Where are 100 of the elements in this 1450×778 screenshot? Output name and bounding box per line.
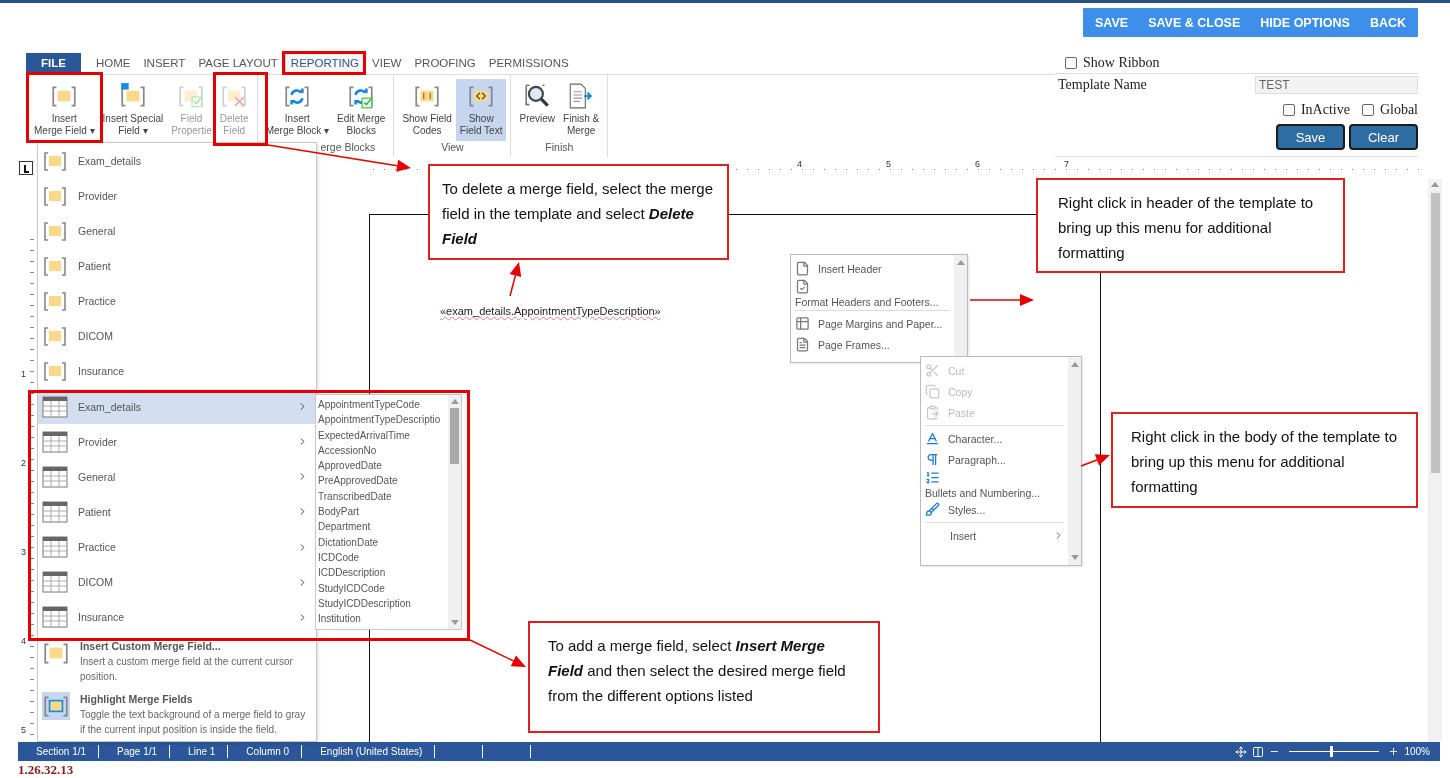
menu-item[interactable]: Provider — [38, 178, 316, 214]
scroll-down-icon[interactable] — [1070, 555, 1079, 560]
ribbon-tab[interactable]: HOME — [89, 53, 137, 73]
scrollbar[interactable] — [448, 395, 461, 629]
menu-item[interactable]: Insert — [925, 525, 1064, 546]
scroll-up-icon[interactable] — [1070, 362, 1079, 367]
paragraph-icon — [925, 452, 940, 467]
list-item[interactable]: StudyICDCode — [316, 580, 448, 596]
menu-item[interactable]: Insurance — [38, 599, 316, 635]
ribbon-button[interactable]: Insert Special Field ▾ — [98, 79, 168, 141]
ribbon-button[interactable]: Show Field Text — [455, 79, 507, 141]
special-field-icon — [118, 82, 147, 110]
callout-note: To add a merge field, select Insert Merge Field and then select the desired merge field from the different options listed — [528, 621, 880, 733]
scroll-up-icon[interactable] — [450, 399, 459, 404]
menu-item[interactable]: Exam_details — [38, 143, 316, 179]
scrollbar[interactable] — [1068, 357, 1081, 565]
preview-icon — [523, 82, 552, 110]
ribbon-button[interactable]: Insert Merge Block ▾ — [261, 79, 333, 141]
menu-item[interactable]: Provider — [38, 424, 316, 460]
menu-item[interactable]: Practice — [38, 529, 316, 565]
list-item[interactable]: AccessionNo — [316, 442, 448, 459]
list-item[interactable]: ICDCode — [316, 549, 448, 566]
paste-icon — [925, 405, 940, 420]
menu-item[interactable]: Paragraph... — [925, 449, 1064, 470]
ribbon-tab[interactable]: PROOFING — [408, 53, 482, 73]
group-label: erge Blocks — [319, 141, 377, 155]
status-item: Page 1/1 — [99, 745, 171, 758]
checkbox-option[interactable]: InActive — [1282, 102, 1350, 118]
status-item: Section 1/1 — [18, 745, 100, 758]
character-icon — [925, 431, 940, 446]
form-button[interactable]: Save — [1276, 124, 1345, 150]
show-ribbon-checkbox[interactable]: Show Ribbon — [1065, 54, 1160, 71]
menu-item[interactable]: Patient — [38, 248, 316, 284]
menu-item[interactable]: Highlight Merge Fields Toggle the text background of a merge field to gray if the current input position is inside the field. — [38, 687, 316, 741]
page-check-icon — [795, 279, 810, 294]
scrollbar[interactable] — [1428, 179, 1442, 742]
group-label: Finish — [544, 141, 575, 155]
ribbon-tab[interactable]: PAGE LAYOUT — [192, 53, 284, 73]
ruler-number: 5 — [21, 725, 26, 735]
list-item[interactable]: ExpectedArrivalTime — [316, 427, 448, 443]
ribbon-tab[interactable]: INSERT — [137, 53, 192, 73]
page-view-icon[interactable] — [1252, 745, 1265, 758]
ribbon-button[interactable]: Preview — [515, 79, 560, 141]
menu-item[interactable]: Character... — [925, 428, 1064, 449]
ribbon-tab[interactable]: PERMISSIONS — [482, 53, 575, 73]
list-item[interactable]: PreApprovedDate — [316, 473, 448, 489]
merge-field-text[interactable]: «exam_details.AppointmentTypeDescription» — [440, 305, 661, 317]
list-item[interactable]: StudyICDDescription — [316, 595, 448, 612]
menu-item[interactable]: Styles... — [925, 499, 1064, 520]
ribbon-button[interactable]: Insert Merge Field ▾ — [30, 79, 99, 141]
menu-item[interactable]: Page Margins and Paper... — [795, 313, 950, 334]
menu-item[interactable]: Practice — [38, 283, 316, 319]
checkbox-option[interactable]: Global — [1361, 102, 1418, 118]
ribbon-button[interactable]: Show Field Codes — [398, 79, 456, 141]
list-item[interactable]: Institution — [316, 611, 448, 627]
ribbon-button[interactable]: Finish & Merge — [559, 79, 604, 141]
ruler-number: 3 — [21, 547, 26, 557]
checkbox[interactable] — [1282, 104, 1295, 116]
list-item[interactable]: BodyPart — [316, 504, 448, 520]
menu-item[interactable]: DICOM — [38, 318, 316, 354]
group-label: View — [440, 141, 465, 155]
zoom-reading: 100% — [1404, 746, 1430, 757]
move-icon[interactable] — [1235, 745, 1248, 758]
menu-item[interactable]: Bullets and Numbering... — [925, 470, 1064, 499]
menu-item[interactable]: Insurance — [38, 353, 316, 389]
menu-item[interactable]: Page Frames... — [795, 334, 950, 355]
list-item[interactable]: ApprovedDate — [316, 458, 448, 474]
menu-item[interactable]: General — [38, 213, 316, 249]
annotation-arrow — [969, 294, 1034, 306]
scroll-up-icon[interactable] — [1431, 182, 1439, 187]
list-item[interactable]: DictationDate — [316, 534, 448, 550]
menu-item[interactable]: Insert Header — [795, 258, 950, 279]
input-field[interactable]: TEST — [1255, 76, 1418, 94]
page-grid-icon — [795, 316, 810, 331]
menu-item[interactable]: DICOM — [38, 564, 316, 600]
form-button[interactable]: Clear — [1349, 124, 1418, 150]
scroll-thumb[interactable] — [450, 408, 459, 464]
tab-stop-icon[interactable] — [19, 161, 33, 175]
list-item[interactable]: AppointmentTypeDescriptio — [316, 412, 448, 428]
annotation-arrow — [469, 639, 526, 667]
list-item[interactable]: TranscribedDate — [316, 488, 448, 505]
checkbox[interactable] — [1361, 104, 1374, 116]
ribbon-tab[interactable]: VIEW — [366, 53, 408, 73]
zoom-in-icon[interactable] — [1388, 746, 1400, 757]
file-tab[interactable]: FILE — [26, 53, 81, 73]
scroll-thumb[interactable] — [1430, 193, 1440, 473]
ribbon-button[interactable]: Edit Merge Blocks — [333, 79, 390, 141]
list-item[interactable]: ICDDescription — [316, 565, 448, 581]
checkbox[interactable] — [1065, 56, 1077, 69]
menu-item[interactable]: Insert Custom Merge Field... Insert a custom merge field at the current cursor position. — [38, 634, 316, 688]
menu-item[interactable]: Format Headers and Footers... — [795, 279, 950, 308]
menu-item[interactable]: Patient — [38, 494, 316, 530]
scroll-up-icon[interactable] — [956, 260, 965, 265]
scroll-down-icon[interactable] — [450, 620, 459, 625]
menu-item[interactable]: General — [38, 459, 316, 495]
ruler-number: 2 — [21, 458, 26, 468]
table-icon — [42, 570, 68, 595]
slider-thumb[interactable] — [1329, 746, 1333, 757]
list-item[interactable]: AppointmentTypeCode — [316, 397, 448, 413]
list-item[interactable]: Department — [316, 519, 448, 535]
